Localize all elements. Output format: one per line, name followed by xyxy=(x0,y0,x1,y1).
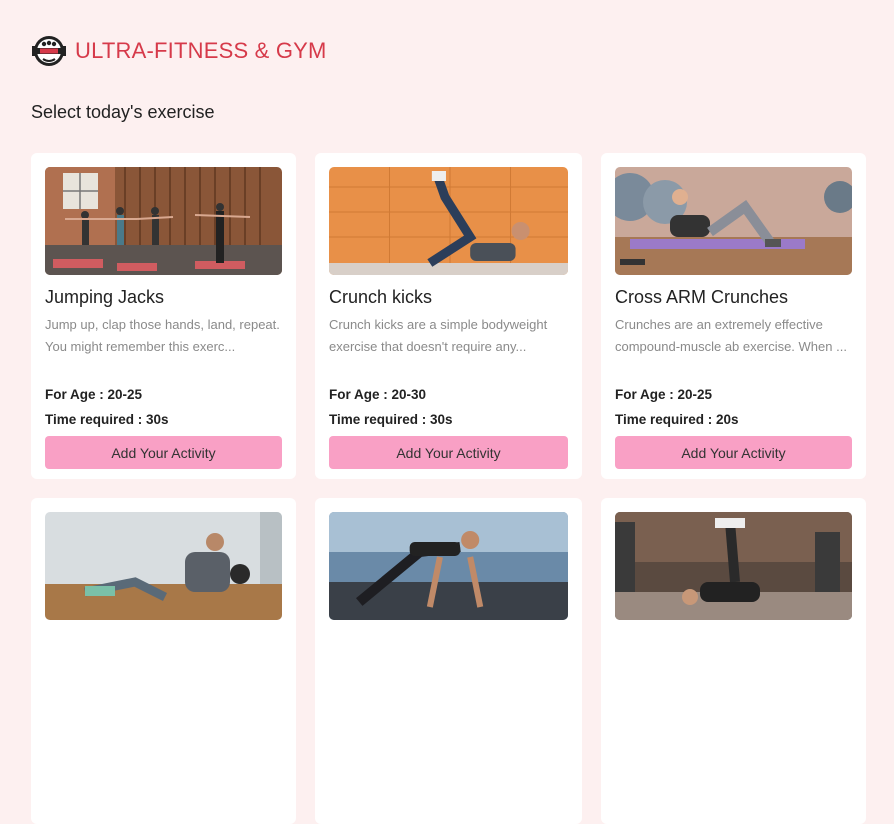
gym-logo-icon[interactable] xyxy=(31,34,67,68)
exercise-card xyxy=(601,498,866,824)
exercise-time: Time required : 30s xyxy=(45,412,169,427)
crunch-kicks-photo xyxy=(329,167,568,275)
exercise-age: For Age : 20-25 xyxy=(45,387,143,402)
mountain-climber-photo xyxy=(329,512,568,620)
jumping-jacks-photo xyxy=(45,167,282,275)
cross-arm-crunches-photo xyxy=(615,167,852,275)
exercise-title: Crunch kicks xyxy=(329,287,433,307)
exercise-description: Crunch kicks are a simple bodyweight exe… xyxy=(329,317,548,354)
russian-twist-photo xyxy=(45,512,282,620)
page-subtitle: Select today's exercise xyxy=(31,102,215,122)
exercise-time: Time required : 30s xyxy=(329,412,453,427)
add-activity-button[interactable]: Add Your Activity xyxy=(45,436,282,469)
exercise-title: Jumping Jacks xyxy=(45,287,165,307)
add-activity-button[interactable]: Add Your Activity xyxy=(615,436,852,469)
brand-name[interactable]: ULTRA-FITNESS & GYM xyxy=(75,38,327,64)
exercise-card xyxy=(315,498,582,824)
exercise-title: Cross ARM Crunches xyxy=(615,287,789,307)
exercise-age: For Age : 20-30 xyxy=(329,387,427,402)
exercise-card: Cross ARM Crunches Crunches are an extre… xyxy=(601,153,866,479)
exercise-age: For Age : 20-25 xyxy=(615,387,713,402)
exercise-card: Crunch kicks Crunch kicks are a simple b… xyxy=(315,153,582,479)
leg-raise-photo xyxy=(615,512,852,620)
exercise-card: Jumping Jacks Jump up, clap those hands,… xyxy=(31,153,296,479)
exercise-card xyxy=(31,498,296,824)
header: ULTRA-FITNESS & GYM xyxy=(31,34,327,68)
exercise-description: Crunches are an extremely effective comp… xyxy=(615,317,847,354)
exercise-time: Time required : 20s xyxy=(615,412,739,427)
exercise-grid: Jumping Jacks Jump up, clap those hands,… xyxy=(31,153,866,824)
add-activity-button[interactable]: Add Your Activity xyxy=(329,436,568,469)
exercise-description: Jump up, clap those hands, land, repeat.… xyxy=(45,317,280,354)
